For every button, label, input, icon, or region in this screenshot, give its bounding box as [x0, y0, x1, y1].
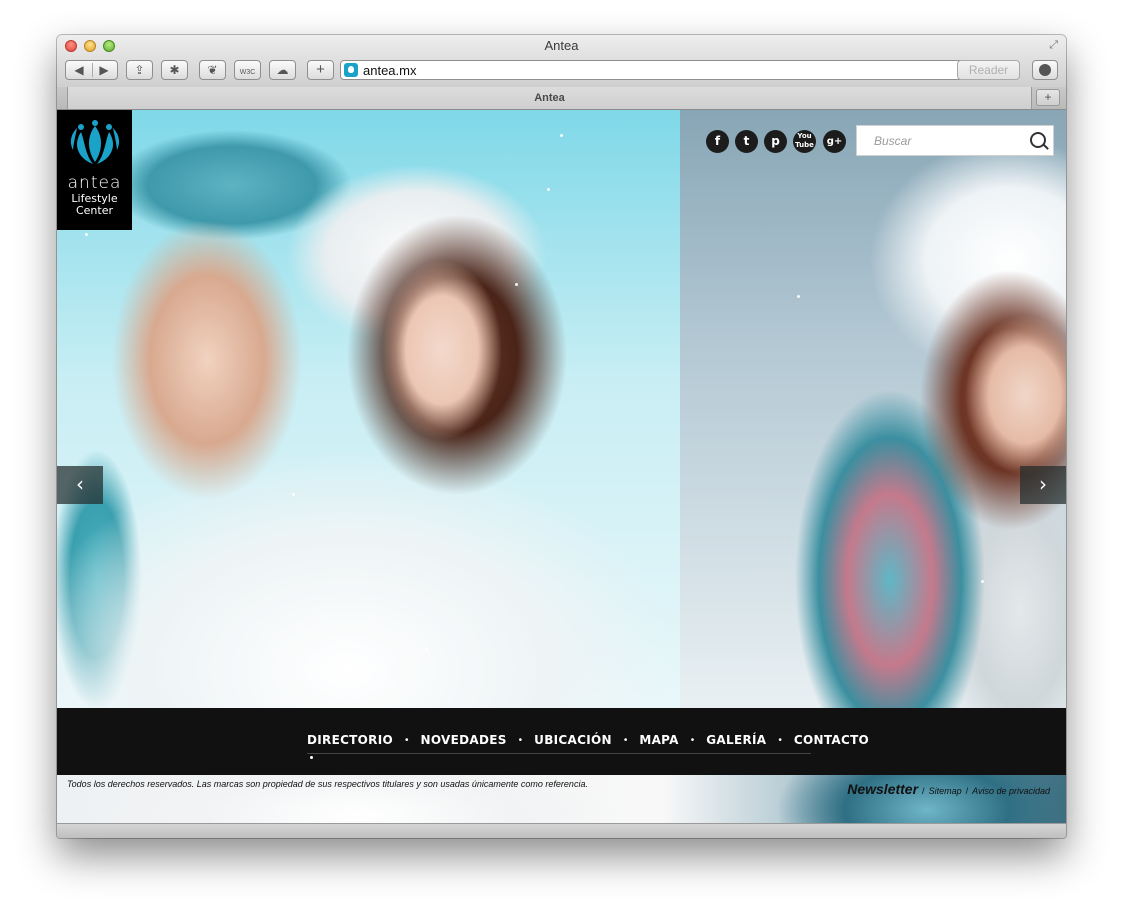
leaf-icon: ❦ — [207, 63, 218, 77]
footer-separator: / — [922, 786, 925, 796]
search-icon[interactable] — [1030, 132, 1046, 148]
main-navigation: DIRECTORIO • NOVEDADES • UBICACIÓN • MAP… — [57, 708, 1066, 775]
sitemap-link[interactable]: Sitemap — [929, 786, 962, 796]
snowflake — [515, 283, 518, 286]
nav-menu: DIRECTORIO • NOVEDADES • UBICACIÓN • MAP… — [307, 730, 869, 750]
footer-links: Newsletter / Sitemap / Aviso de privacid… — [847, 781, 1050, 797]
nav-item-novedades[interactable]: NOVEDADES — [420, 733, 506, 747]
site-logo[interactable]: antea Lifestyle Center — [57, 110, 132, 230]
google-plus-icon[interactable]: g+ — [823, 130, 846, 153]
footer: Todos los derechos reservados. Las marca… — [57, 775, 1066, 823]
tab-antea[interactable]: Antea — [67, 87, 1032, 109]
pinterest-icon[interactable]: p — [764, 130, 787, 153]
twitter-icon[interactable]: t — [735, 130, 758, 153]
snowflake — [797, 295, 800, 298]
site-favicon-icon — [344, 63, 358, 77]
tulip-logo-icon — [70, 120, 120, 164]
snowflake — [425, 648, 428, 651]
url-text[interactable]: antea.mx — [363, 63, 416, 78]
w3c-icon: W3C — [239, 69, 256, 76]
reader-button[interactable]: Reader — [957, 60, 1020, 80]
web-page: antea Lifestyle Center f t p You Tube g+… — [57, 110, 1066, 823]
downloads-button[interactable] — [1032, 60, 1058, 80]
search-box[interactable]: Buscar — [856, 125, 1054, 156]
share-icon: ⇪ — [134, 63, 145, 77]
nav-item-directorio[interactable]: DIRECTORIO — [307, 733, 393, 747]
back-icon[interactable]: ◀ — [67, 61, 92, 79]
newsletter-link[interactable]: Newsletter — [847, 781, 918, 797]
plus-icon: + — [316, 61, 325, 78]
cloud-button[interactable]: ☁ — [269, 60, 296, 80]
nav-item-mapa[interactable]: MAPA — [639, 733, 678, 747]
cloud-icon: ☁ — [276, 63, 289, 77]
bug-icon: ✱ — [169, 63, 180, 77]
slider-prev-button[interactable]: ‹ — [57, 466, 103, 504]
back-forward-buttons: ◀ ▶ — [65, 60, 118, 80]
snowflake — [85, 233, 88, 236]
logo-subtitle-line2: Center — [75, 204, 114, 217]
youtube-label-top: You — [797, 132, 812, 140]
nav-item-galeria[interactable]: GALERÍA — [706, 733, 766, 747]
nav-separator: • — [623, 734, 628, 746]
logo-name: antea — [67, 173, 122, 193]
nav-separator: • — [518, 734, 523, 746]
browser-window: Antea ⤢ ◀▶ ⇪ ✱ ❦ W3C ☁ + antea.mx ↻ Read… — [57, 35, 1066, 838]
nav-separator: • — [778, 734, 782, 746]
firebug-button[interactable]: ✱ — [161, 60, 188, 80]
divider — [92, 63, 93, 77]
share-button[interactable]: ⇪ — [126, 60, 153, 80]
forward-icon[interactable]: ▶ — [92, 61, 117, 79]
nav-item-ubicacion[interactable]: UBICACIÓN — [534, 733, 612, 747]
nav-separator: • — [690, 734, 695, 746]
snowflake — [981, 580, 984, 583]
address-bar[interactable]: antea.mx ↻ — [340, 60, 1019, 80]
leaf-extension-button[interactable]: ❦ — [199, 60, 226, 80]
slider-next-button[interactable]: › — [1020, 466, 1066, 504]
nav-item-contacto[interactable]: CONTACTO — [794, 733, 869, 747]
w3c-validator-button[interactable]: W3C — [234, 60, 261, 80]
add-bookmark-button[interactable]: + — [307, 60, 334, 80]
status-bar — [57, 823, 1066, 838]
nav-underline — [307, 753, 811, 754]
title-bar: Antea ⤢ ◀▶ ⇪ ✱ ❦ W3C ☁ + antea.mx ↻ Read… — [57, 35, 1066, 88]
slide-image-woman — [680, 110, 1066, 708]
nav-separator: • — [404, 734, 409, 746]
window-title: Antea — [544, 38, 579, 53]
snowflake — [292, 493, 295, 496]
snowflake — [560, 134, 563, 137]
footer-separator: / — [965, 786, 969, 796]
tab-bar: Antea + — [57, 87, 1066, 110]
fullscreen-icon[interactable]: ⤢ — [1049, 39, 1058, 52]
youtube-label-bottom: Tube — [795, 141, 814, 149]
slide-image-couple — [57, 110, 680, 708]
privacy-link[interactable]: Aviso de privacidad — [972, 786, 1050, 796]
copyright-text: Todos los derechos reservados. Las marca… — [67, 779, 588, 789]
youtube-icon[interactable]: You Tube — [793, 130, 816, 153]
facebook-icon[interactable]: f — [706, 130, 729, 153]
search-input[interactable]: Buscar — [874, 134, 911, 148]
new-tab-button[interactable]: + — [1036, 89, 1060, 106]
nav-active-indicator — [310, 756, 313, 759]
snowflake — [547, 188, 550, 191]
hero-slider: antea Lifestyle Center f t p You Tube g+… — [57, 110, 1066, 708]
